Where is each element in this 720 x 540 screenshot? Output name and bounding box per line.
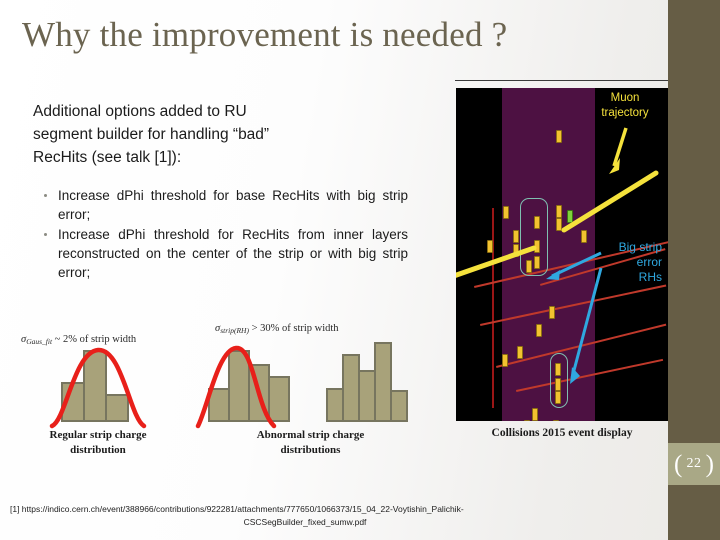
bullet-text: Increase dPhi threshold for RecHits from… [58,227,408,280]
event-display-image: Muon trajectory Big strip error RHs [456,88,668,421]
rechit-marker [517,346,523,359]
rechit-marker [487,240,493,253]
histogram-bar [248,364,270,422]
histogram-regular [61,350,129,422]
highlight-box-left [520,198,548,276]
rechit-marker [503,206,509,219]
muon-label-line-2: trajectory [601,107,649,119]
bullet-list: Increase dPhi threshold for base RecHits… [36,186,408,283]
muon-trajectory-label: Muon trajectory [584,91,666,121]
caption-line-2: distributions [280,444,341,456]
bracket-right-icon: ) [705,451,714,478]
caption-regular: Regular strip charge distribution [18,428,178,458]
rechit-marker [556,130,562,143]
rechit-marker [556,218,562,231]
paragraph-line-1: Additional options added to RU [33,103,247,120]
title-divider [455,80,668,81]
bracket-left-icon: ( [674,451,683,478]
bullet-text: Increase dPhi threshold for base RecHits… [58,188,408,222]
histogram-bar [208,388,230,422]
caption-line-2: distribution [70,444,126,456]
page-title: Why the improvement is needed ? [22,15,508,54]
histogram-bar [390,390,408,422]
caption-line-1: Abnormal strip charge [256,429,365,441]
footer-reference: [1] https://indico.cern.ch/event/388966/… [10,503,660,529]
list-item: Increase dPhi threshold for RecHits from… [36,225,408,282]
histogram-bar [268,376,290,422]
sigma-strip-rh-formula: σstrip(RH) > 30% of strip width [215,323,339,335]
big-strip-error-label: Big strip error RHs [566,240,666,285]
caption-abnormal: Abnormal strip charge distributions [213,428,408,458]
sigma-gaus-fit-formula: σGaus_fit ~ 2% of strip width [21,334,137,346]
histogram-abnormal-bimodal [326,342,408,422]
rechit-marker [502,354,508,367]
muon-label-line-1: Muon [610,92,640,104]
page-number: 22 [686,456,702,471]
caption-line-1: Regular strip charge [49,429,147,441]
rechit-marker-green [567,210,573,223]
big-label-line-2: error [636,255,662,269]
rechit-marker [513,244,519,257]
big-label-line-3: RHs [638,270,662,284]
detector-boundary-line [492,208,494,408]
rechit-marker [513,230,519,243]
list-item: Increase dPhi threshold for base RecHits… [36,186,408,224]
rechit-marker [536,324,542,337]
histogram-figures: σGaus_fit ~ 2% of strip width σstrip(RH)… [8,320,438,465]
paragraph-line-3: RecHits (see talk [1]): [33,149,182,166]
body-paragraph: Additional options added to RU segment b… [33,100,405,169]
big-label-line-1: Big strip [618,240,662,254]
histogram-bar [105,394,129,422]
histogram-bar [61,382,85,422]
slide: Why the improvement is needed ? Addition… [0,0,720,540]
rechit-marker [556,205,562,218]
histogram-bar [228,350,250,422]
highlight-box-right [550,353,568,408]
rechit-marker [524,420,530,421]
histogram-abnormal-skewed [208,350,290,422]
footer-line-2[interactable]: CSCSegBuilder_fixed_sumw.pdf [10,516,660,529]
detector-dark-region [456,88,502,421]
event-display-caption: Collisions 2015 event display [491,427,633,439]
paragraph-line-2: segment builder for handling “bad” [33,126,270,143]
histogram-bar [83,350,107,422]
rechit-marker [532,408,538,421]
rechit-marker [549,306,555,319]
page-number-badge: ( 22 ) [668,443,720,485]
rechit-marker [553,420,559,421]
footer-line-1[interactable]: [1] https://indico.cern.ch/event/388966/… [10,503,660,516]
